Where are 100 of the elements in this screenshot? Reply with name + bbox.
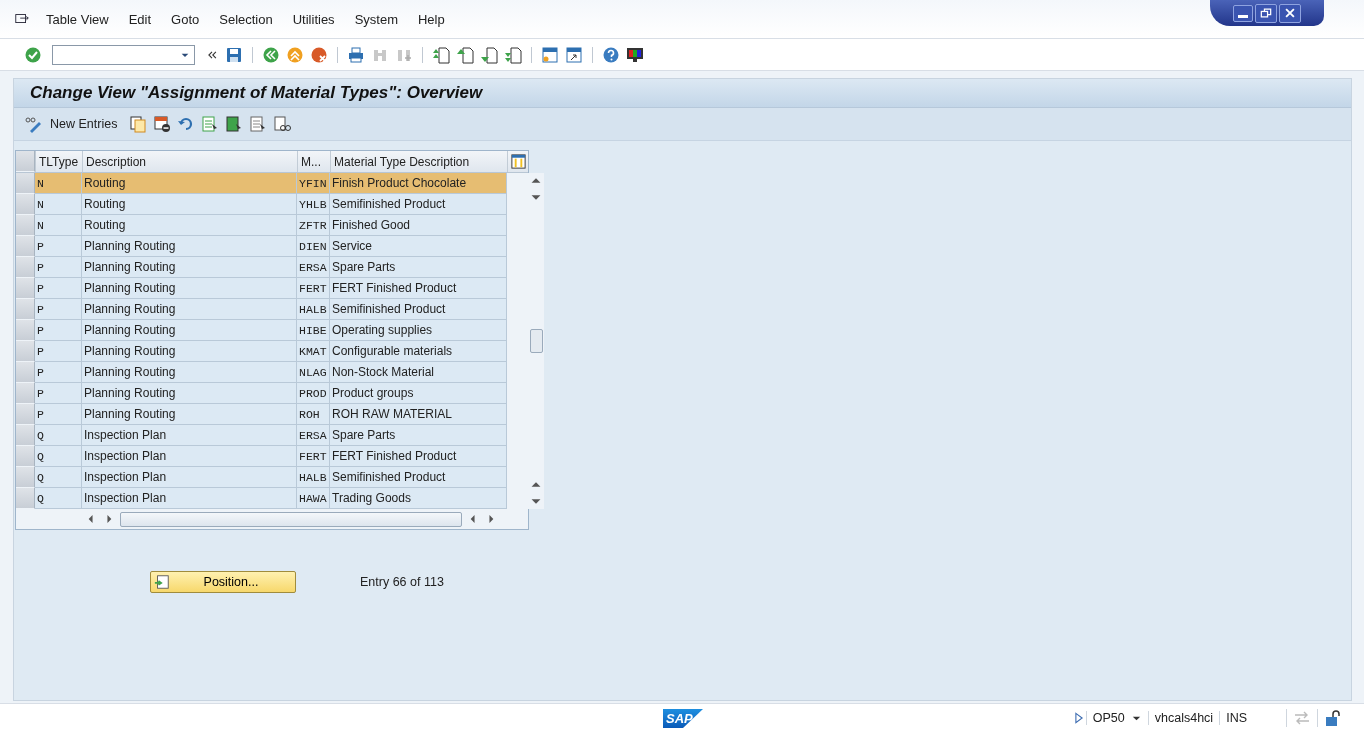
row-selector[interactable] [16, 257, 35, 278]
table-cell: HALB [297, 467, 330, 488]
first-page-icon[interactable] [432, 45, 450, 64]
table-cell: Spare Parts [330, 425, 507, 446]
last-page-icon[interactable] [504, 45, 522, 64]
table-cell: Planning Routing [82, 278, 297, 299]
row-selector[interactable] [16, 383, 35, 404]
previous-page-icon[interactable] [456, 45, 474, 64]
row-selector[interactable] [16, 278, 35, 299]
exit-icon[interactable] [286, 45, 304, 64]
row-selector[interactable] [16, 299, 35, 320]
table-cell: Semifinished Product [330, 299, 507, 320]
table-cell: ERSA [297, 257, 330, 278]
menu-item[interactable]: Help [407, 11, 455, 27]
table-cell: FERT [297, 446, 330, 467]
row-selector[interactable] [16, 215, 35, 236]
table-cell: ZFTR [297, 215, 330, 236]
column-header[interactable]: Description [82, 151, 297, 172]
shortcut-icon[interactable] [565, 45, 583, 64]
table-cell: P [35, 341, 82, 362]
table-cell: Q [35, 446, 82, 467]
row-selector[interactable] [16, 362, 35, 383]
close-button[interactable] [1279, 3, 1301, 23]
menu-item[interactable]: Selection [209, 11, 283, 27]
table-cell: P [35, 383, 82, 404]
table-cell: Semifinished Product [330, 194, 507, 215]
menu-item[interactable]: Goto [161, 11, 210, 27]
new-entries-button[interactable]: New Entries [48, 117, 124, 131]
column-header[interactable]: M... [297, 151, 330, 172]
table-cell: Finish Product Chocolate [330, 173, 507, 194]
row-selector[interactable] [16, 446, 35, 467]
table-cell: HIBE [297, 320, 330, 341]
vertical-scrollbar[interactable] [528, 173, 544, 509]
minimize-button[interactable] [1233, 4, 1253, 22]
table-cell: Routing [82, 194, 297, 215]
table-cell: DIEN [297, 236, 330, 257]
table-cell: Planning Routing [82, 362, 297, 383]
save-icon[interactable] [225, 45, 243, 64]
column-header[interactable]: Material Type Description [330, 151, 507, 172]
new-window-icon[interactable] [541, 45, 559, 64]
table-cell: KMAT [297, 341, 330, 362]
logo: SAP [663, 709, 703, 728]
table-cell: HALB [297, 299, 330, 320]
next-page-icon[interactable] [480, 45, 498, 64]
restore-icon [1259, 6, 1273, 20]
restore-button[interactable] [1255, 3, 1277, 23]
table-cell: Product groups [330, 383, 507, 404]
row-selector[interactable] [16, 173, 35, 194]
command-field[interactable] [52, 44, 195, 65]
row-selector[interactable] [16, 404, 35, 425]
transaction-code[interactable]: OP50 [1085, 711, 1148, 725]
back-icon[interactable] [262, 45, 280, 64]
delete-row-icon[interactable] [153, 115, 172, 133]
table-cell: Planning Routing [82, 341, 297, 362]
row-selector[interactable] [16, 320, 35, 341]
details-icon[interactable] [273, 115, 292, 133]
table-cell: P [35, 362, 82, 383]
row-selector[interactable] [16, 425, 35, 446]
horizontal-scrollbar[interactable] [120, 511, 462, 527]
unlock-icon[interactable] [1324, 709, 1342, 727]
select-all-cell[interactable] [16, 151, 35, 172]
entry-counter: Entry 66 of 113 [360, 575, 444, 589]
monitor-icon[interactable] [626, 45, 644, 64]
table-cell: FERT Finished Product [330, 278, 507, 299]
table-cell: YFIN [297, 173, 330, 194]
help-icon[interactable] [602, 45, 620, 64]
column-settings-icon[interactable] [509, 153, 527, 170]
enter-icon[interactable] [24, 45, 42, 64]
close-icon [1283, 6, 1297, 20]
menu-item[interactable]: Edit [118, 11, 162, 27]
table-cell: Routing [82, 215, 297, 236]
table-cell: Planning Routing [82, 404, 297, 425]
scroll-thumb[interactable] [529, 329, 543, 353]
table-cell: Non-Stock Material [330, 362, 507, 383]
position-button[interactable]: Position... [150, 571, 296, 593]
row-selector[interactable] [16, 341, 35, 362]
table-cell: Trading Goods [330, 488, 507, 509]
table-cell: Q [35, 425, 82, 446]
insert-mode[interactable]: INS [1219, 711, 1253, 725]
table-cell: FERT Finished Product [330, 446, 507, 467]
table-cell: FERT [297, 278, 330, 299]
row-selector[interactable] [16, 488, 35, 509]
print-icon[interactable] [347, 45, 365, 64]
transfer-icon[interactable] [1293, 709, 1311, 727]
minimize-icon [1238, 14, 1248, 18]
row-selector[interactable] [16, 236, 35, 257]
copy-icon[interactable] [129, 115, 148, 133]
table-cell: Routing [82, 173, 297, 194]
row-selector[interactable] [16, 194, 35, 215]
table-cell: P [35, 320, 82, 341]
row-selector[interactable] [16, 467, 35, 488]
table-cell: P [35, 236, 82, 257]
menu-item[interactable]: System [344, 11, 408, 27]
menu-item[interactable]: Table View [36, 11, 119, 27]
table-cell: ROH RAW MATERIAL [330, 404, 507, 425]
screen-title: Change View "Assignment of Material Types": Overview [14, 79, 1351, 108]
table-cell: P [35, 299, 82, 320]
menu-item[interactable]: Utilities [282, 11, 345, 27]
cancel-icon[interactable] [310, 45, 328, 64]
column-header[interactable]: TLType [35, 151, 82, 172]
